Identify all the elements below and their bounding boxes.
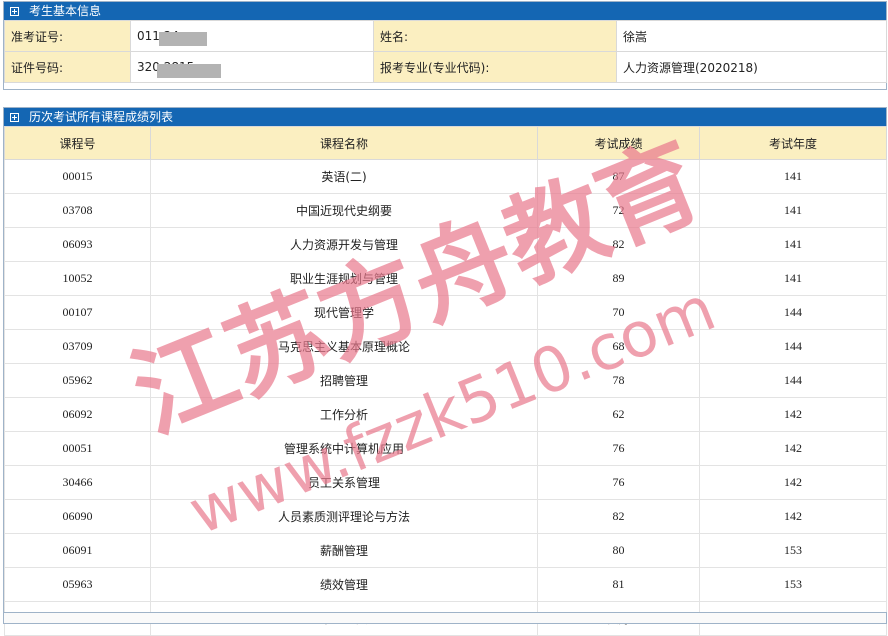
score-cell: 80 (537, 533, 700, 568)
student-info-header[interactable]: 考生基本信息 (4, 2, 886, 20)
scores-body: 00015 英语(二) 87 141 03708 中国近现代史纲要 72 141 06093 人力… (4, 159, 887, 636)
course-name-cell: 员工关系管理 (150, 465, 538, 500)
year-cell: 141 (699, 193, 887, 228)
score-cell: 76 (537, 465, 700, 500)
score-cell: 76 (537, 431, 700, 466)
score-row: 30466 员工关系管理 76 142 (4, 465, 887, 500)
student-info-panel: 考生基本信息 准考证号: 011 24 姓名: 徐嵩 证件号码: 320 281… (3, 1, 887, 90)
course-name-cell: 管理系统中计算机应用 (150, 431, 538, 466)
course-id-cell: 00015 (4, 159, 151, 194)
score-row: 00051 管理系统中计算机应用 76 142 (4, 431, 887, 466)
score-row: 03709 马克思主义基本原理概论 68 144 (4, 329, 887, 364)
course-id-cell: 06091 (4, 533, 151, 568)
year-cell: 153 (699, 567, 887, 602)
course-id-cell: 06092 (4, 397, 151, 432)
name-label: 姓名: (373, 20, 617, 52)
student-info-table: 准考证号: 011 24 姓名: 徐嵩 证件号码: 320 2815 报考专业(… (4, 20, 887, 83)
year-cell: 141 (699, 227, 887, 262)
course-id-cell: 00107 (4, 295, 151, 330)
score-row: 06093 人力资源开发与管理 82 141 (4, 227, 887, 262)
year-cell: 142 (699, 499, 887, 534)
score-cell: 72 (537, 193, 700, 228)
course-name-cell: 人员素质测评理论与方法 (150, 499, 538, 534)
expand-toggle-icon[interactable] (10, 6, 19, 16)
course-id-cell: 06090 (4, 499, 151, 534)
course-name-cell: 工作分析 (150, 397, 538, 432)
year-cell: 144 (699, 329, 887, 364)
course-id-cell: 00051 (4, 431, 151, 466)
scores-header[interactable]: 历次考试所有课程成绩列表 (4, 108, 886, 126)
course-id-cell: 05963 (4, 567, 151, 602)
student-info-title: 考生基本信息 (29, 4, 102, 18)
score-row: 00107 现代管理学 70 144 (4, 295, 887, 330)
year-cell: 144 (699, 363, 887, 398)
year-cell: 141 (699, 261, 887, 296)
score-row: 03708 中国近现代史纲要 72 141 (4, 193, 887, 228)
course-name-cell: 人力资源开发与管理 (150, 227, 538, 262)
expand-toggle-icon[interactable] (10, 112, 19, 122)
course-name-cell: 马克思主义基本原理概论 (150, 329, 538, 364)
major-label: 报考专业(专业代码): (373, 51, 617, 83)
course-name-cell: 职业生涯规划与管理 (150, 261, 538, 296)
score-row: 00015 英语(二) 87 141 (4, 159, 887, 194)
course-id-cell: 03708 (4, 193, 151, 228)
course-id-cell: 10052 (4, 261, 151, 296)
scores-panel: 历次考试所有课程成绩列表 课程号 课程名称 考试成绩 考试年度 00015 英语(… (3, 107, 887, 636)
score-row: 10052 职业生涯规划与管理 89 141 (4, 261, 887, 296)
score-row: 05962 招聘管理 78 144 (4, 363, 887, 398)
year-cell: 153 (699, 533, 887, 568)
score-cell: 70 (537, 295, 700, 330)
year-cell: 141 (699, 159, 887, 194)
course-id-cell: 06093 (4, 227, 151, 262)
scores-header-row: 课程号 课程名称 考试成绩 考试年度 (4, 126, 887, 160)
year-cell: 144 (699, 295, 887, 330)
course-name-cell: 现代管理学 (150, 295, 538, 330)
year-cell: 142 (699, 465, 887, 500)
course-name-cell: 英语(二) (150, 159, 538, 194)
score-row: 05963 绩效管理 81 153 (4, 567, 887, 602)
course-id-cell: 03709 (4, 329, 151, 364)
col-header-course-id: 课程号 (4, 126, 151, 160)
score-cell: 82 (537, 499, 700, 534)
score-cell: 82 (537, 227, 700, 262)
redaction-mask (159, 32, 207, 46)
course-id-cell: 30466 (4, 465, 151, 500)
score-cell: 68 (537, 329, 700, 364)
scores-table: 课程号 课程名称 考试成绩 考试年度 00015 英语(二) 87 141 03708 中… (4, 126, 887, 636)
year-cell: 142 (699, 431, 887, 466)
major-value: 人力资源管理(2020218) (616, 51, 887, 83)
score-cell: 78 (537, 363, 700, 398)
scores-title: 历次考试所有课程成绩列表 (29, 110, 174, 124)
year-cell: 142 (699, 397, 887, 432)
bottom-strip (3, 612, 887, 624)
score-cell: 87 (537, 159, 700, 194)
exam-id-label: 准考证号: (4, 20, 131, 52)
course-name-cell: 绩效管理 (150, 567, 538, 602)
col-header-course-name: 课程名称 (150, 126, 538, 160)
cert-label: 证件号码: (4, 51, 131, 83)
score-row: 06090 人员素质测评理论与方法 82 142 (4, 499, 887, 534)
course-name-cell: 中国近现代史纲要 (150, 193, 538, 228)
redaction-mask (157, 64, 221, 78)
score-cell: 89 (537, 261, 700, 296)
course-id-cell: 05962 (4, 363, 151, 398)
score-cell: 62 (537, 397, 700, 432)
name-value: 徐嵩 (616, 20, 887, 52)
course-name-cell: 薪酬管理 (150, 533, 538, 568)
course-name-cell: 招聘管理 (150, 363, 538, 398)
col-header-score: 考试成绩 (537, 126, 700, 160)
score-row: 06091 薪酬管理 80 153 (4, 533, 887, 568)
col-header-year: 考试年度 (699, 126, 887, 160)
score-row: 06092 工作分析 62 142 (4, 397, 887, 432)
score-cell: 81 (537, 567, 700, 602)
